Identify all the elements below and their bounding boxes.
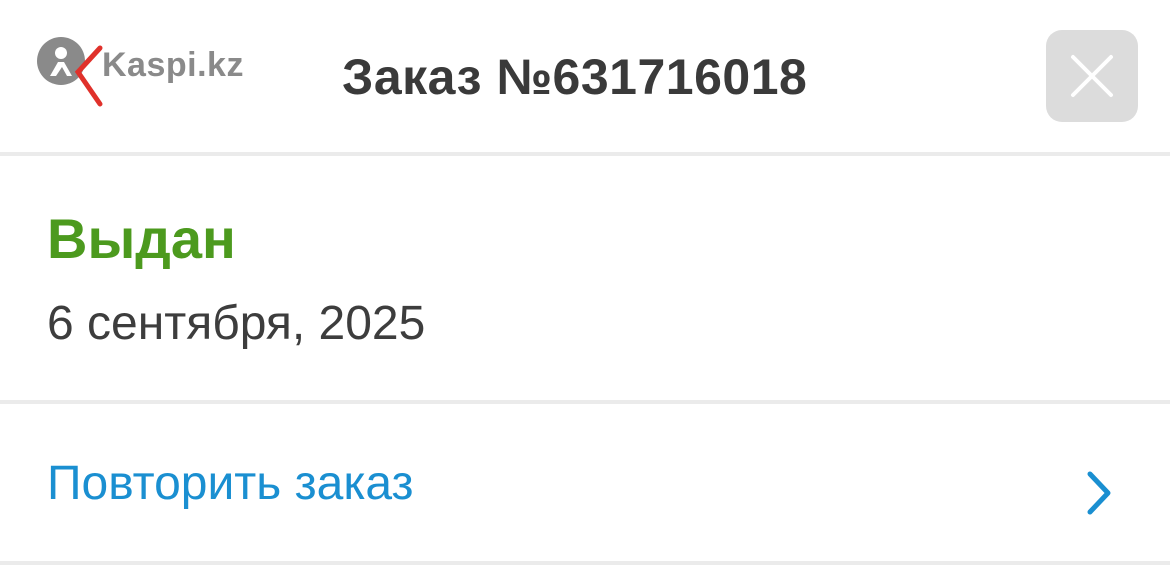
close-icon [1071, 55, 1113, 97]
order-date: 6 сентября, 2025 [47, 297, 426, 350]
repeat-order-button[interactable]: Повторить заказ [0, 404, 1170, 562]
order-details-page: Kaspi.kz Заказ №631716018 Выдан 6 сентяб… [0, 0, 1170, 577]
repeat-order-label: Повторить заказ [47, 457, 414, 510]
divider [0, 561, 1170, 565]
divider [0, 152, 1170, 156]
logo-text: Kaspi.kz [102, 46, 244, 84]
kaspi-logo-icon [37, 37, 103, 107]
header: Kaspi.kz Заказ №631716018 [0, 0, 1170, 154]
close-button[interactable] [1046, 30, 1138, 122]
page-title: Заказ №631716018 [342, 49, 808, 105]
kaspi-logo: Kaspi.kz [36, 36, 266, 108]
order-status: Выдан [47, 207, 236, 270]
chevron-right-icon [1087, 471, 1111, 515]
